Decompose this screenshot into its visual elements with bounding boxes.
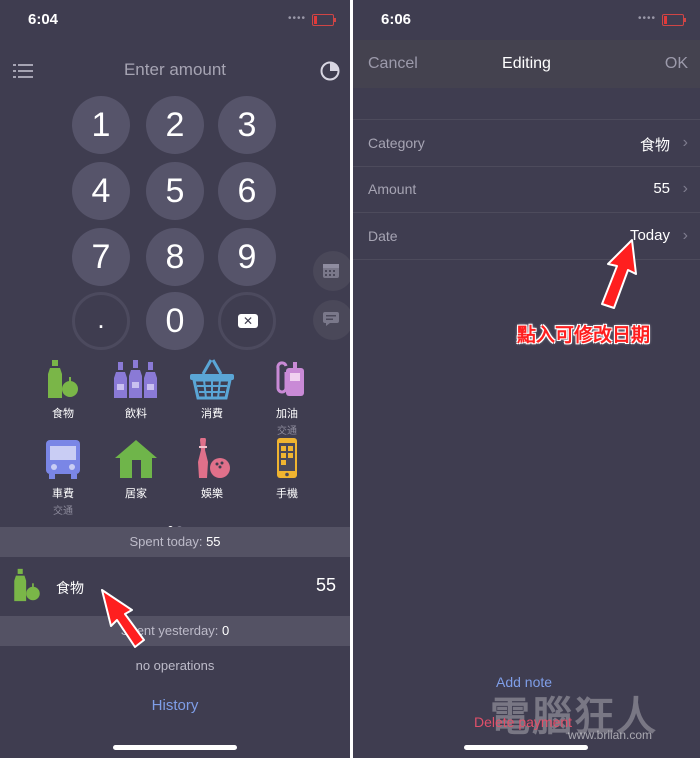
chevron-right-icon: ›: [682, 180, 688, 197]
chevron-right-icon: ›: [682, 227, 688, 244]
watermark-url: www.briian.com: [568, 728, 653, 742]
navigation-bar: Cancel Editing OK: [353, 40, 700, 88]
row-value: 55: [653, 180, 670, 197]
category-label: 娛樂: [201, 488, 223, 500]
bowling-icon: [198, 438, 230, 478]
date-row[interactable]: Date Today ›: [353, 213, 700, 260]
bottle-apple-icon: [14, 568, 40, 602]
key-8[interactable]: 8: [146, 228, 204, 286]
annotation-text: 點入可修改日期: [517, 325, 651, 346]
category-shopping[interactable]: 消費: [177, 358, 247, 421]
category-label: 居家: [125, 488, 147, 500]
row-label: Date: [368, 228, 398, 244]
home-indicator[interactable]: [113, 745, 237, 750]
calendar-button[interactable]: [313, 251, 350, 291]
operation-category: 食物: [56, 580, 84, 596]
spent-today-label: Spent today:: [129, 534, 207, 549]
home-indicator[interactable]: [464, 745, 588, 750]
calendar-icon: [323, 264, 339, 278]
right-screen: 6:06 •••• Cancel Editing OK Category 食物 …: [353, 0, 700, 758]
category-label: 加油: [276, 408, 298, 420]
key-7[interactable]: 7: [72, 228, 130, 286]
operation-row[interactable]: 食物 55: [0, 558, 350, 616]
chevron-right-icon: ›: [682, 134, 688, 151]
basket-icon: [190, 359, 234, 400]
speech-bubble-icon: [323, 312, 339, 326]
amount-row[interactable]: Amount 55 ›: [353, 166, 700, 213]
note-button[interactable]: [313, 300, 350, 340]
battery-icon: [312, 14, 336, 26]
status-bar: 6:04 ••••: [0, 0, 350, 40]
phone-icon: [277, 438, 297, 478]
key-6[interactable]: 6: [218, 162, 276, 220]
key-9[interactable]: 9: [218, 228, 276, 286]
row-value: 食物: [639, 137, 670, 154]
left-screen: 6:04 •••• Enter amount 1 2 3 4 5 6 7 8 9…: [0, 0, 350, 758]
category-sublabel: 交通: [53, 506, 73, 517]
spent-yesterday-value: 0: [221, 623, 230, 638]
spent-today-value: 55: [206, 534, 221, 549]
spent-today-bar: Spent today: 55: [0, 527, 350, 557]
signal-icon: ••••: [287, 13, 306, 24]
page-title: Editing: [502, 55, 551, 72]
category-drinks[interactable]: 飲料: [101, 358, 171, 421]
red-arrow-annotation: [101, 589, 145, 648]
battery-icon: [662, 14, 686, 26]
key-4[interactable]: 4: [72, 162, 130, 220]
spent-yesterday-bar: Spent yesterday: 0: [0, 616, 350, 646]
key-decimal[interactable]: .: [72, 292, 130, 350]
ok-button[interactable]: OK: [665, 55, 688, 73]
category-row[interactable]: Category 食物 ›: [353, 119, 700, 167]
key-backspace[interactable]: ✕: [218, 292, 276, 350]
category-label: 消費: [201, 408, 223, 420]
fuel-pump-icon: [276, 361, 304, 396]
category-food[interactable]: 食物: [28, 358, 98, 421]
category-label: 車費: [52, 488, 74, 500]
status-bar: 6:06 ••••: [353, 0, 700, 40]
page-title: Enter amount: [123, 60, 227, 79]
bottle-apple-icon: [48, 360, 78, 398]
bottles-icon: [114, 360, 157, 398]
category-fuel[interactable]: 加油 交通: [252, 358, 322, 437]
key-0[interactable]: 0: [146, 292, 204, 350]
key-5[interactable]: 5: [146, 162, 204, 220]
status-time: 6:06: [381, 11, 412, 28]
bus-icon: [46, 440, 80, 479]
category-entertainment[interactable]: 娛樂: [177, 438, 247, 501]
category-label: 飲料: [125, 408, 147, 420]
category-label: 食物: [52, 408, 74, 420]
empty-state-text: no operations: [135, 658, 215, 673]
category-home[interactable]: 居家: [101, 438, 171, 501]
row-label: Category: [368, 135, 425, 151]
house-icon: [115, 440, 157, 478]
key-3[interactable]: 3: [218, 96, 276, 154]
category-label: 手機: [276, 488, 298, 500]
backspace-icon: ✕: [238, 314, 258, 328]
category-fare[interactable]: 車費 交通: [28, 438, 98, 517]
history-link[interactable]: History: [0, 697, 350, 714]
row-label: Amount: [368, 181, 417, 197]
delete-payment-link[interactable]: Delete payment: [474, 714, 572, 730]
operation-amount: 55: [315, 575, 336, 595]
pie-chart-icon[interactable]: [320, 61, 340, 81]
red-arrow-annotation: [601, 239, 637, 309]
status-time: 6:04: [28, 11, 59, 28]
key-1[interactable]: 1: [72, 96, 130, 154]
category-sublabel: 交通: [277, 426, 297, 437]
category-phone[interactable]: 手機: [252, 438, 322, 501]
signal-icon: ••••: [637, 13, 656, 24]
key-2[interactable]: 2: [146, 96, 204, 154]
